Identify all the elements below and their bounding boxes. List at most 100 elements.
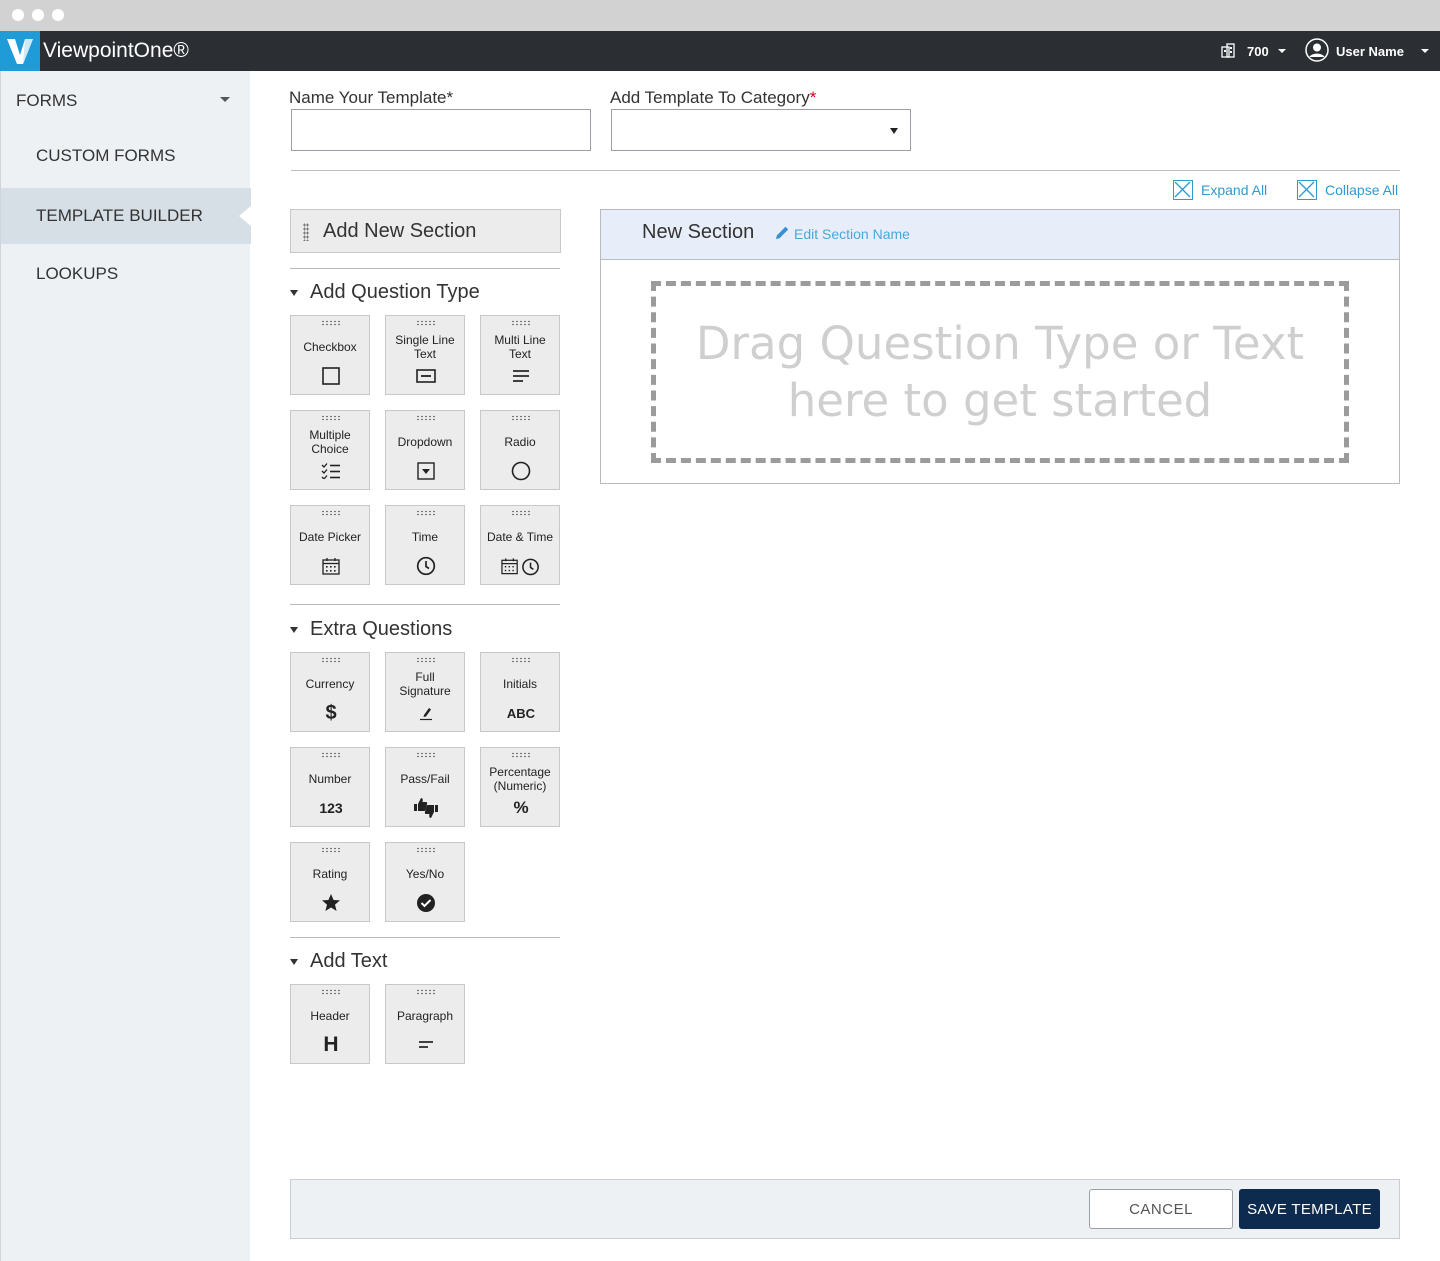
check-circle-icon [406,890,446,916]
radio-icon [501,458,541,484]
expand-all-label: Expand All [1201,182,1268,198]
window-titlebar [0,0,1440,31]
sidebar-item-template-builder[interactable]: TEMPLATE BUILDER [1,188,251,244]
sidebar-item-custom-forms[interactable]: CUSTOM FORMS [1,128,251,184]
add-new-section-button[interactable]: Add New Section [290,209,561,253]
clock-icon [406,553,446,579]
tile-pass-fail[interactable]: Pass/Fail [385,747,465,827]
top-app-bar: ViewpointOne® 700 User Name [0,31,1440,71]
tile-multiple-choice[interactable]: Multiple Choice [290,410,370,490]
tile-label: Number [308,772,352,786]
tile-label: Currency [305,677,355,691]
drag-handle-icon [416,320,436,326]
template-name-input[interactable] [291,109,591,151]
add-new-section-label: Add New Section [323,220,477,242]
tile-currency[interactable]: Currency $ [290,652,370,732]
drag-handle-icon [321,510,341,516]
tile-checkbox[interactable]: Checkbox [290,315,370,395]
tile-number[interactable]: Number 123 [290,747,370,827]
tile-dropdown[interactable]: Dropdown [385,410,465,490]
caret-down-icon[interactable] [220,97,230,102]
tile-multi-line-text[interactable]: Multi Line Text [480,315,560,395]
drag-handle-icon [511,510,531,516]
drag-handle-icon [511,415,531,421]
signature-icon [406,700,446,726]
drag-handle-icon [321,320,341,326]
tile-label: Rating [312,867,348,881]
template-name-label: Name Your Template* [289,88,454,107]
calendar-icon [311,553,351,579]
group-label: Add Question Type [310,281,480,303]
user-menu[interactable]: User Name [1305,31,1429,71]
tile-yes-no[interactable]: Yes/No [385,842,465,922]
tile-label: Date & Time [486,530,554,544]
edit-section-name-label: Edit Section Name [794,226,910,242]
window-close-dot[interactable] [12,9,24,21]
tile-full-signature[interactable]: Full Signature [385,652,465,732]
add-text-heading[interactable]: Add Text [290,950,387,973]
user-avatar-icon [1305,37,1329,65]
app-title: ViewpointOne® [43,39,189,62]
drag-handle-icon [416,752,436,758]
group-label: Extra Questions [310,618,453,640]
divider [290,937,560,938]
viewpoint-logo[interactable] [0,31,40,71]
sidebar-heading-forms[interactable]: FORMS [16,91,77,111]
drop-zone-line-2: here to get started [787,374,1213,427]
tile-rating[interactable]: Rating [290,842,370,922]
tile-paragraph[interactable]: Paragraph [385,984,465,1064]
save-template-button[interactable]: SAVE TEMPLATE [1239,1189,1380,1229]
window-minimize-dot[interactable] [32,9,44,21]
drag-handle-icon [416,989,436,995]
collapse-all-label: Collapse All [1325,182,1399,198]
user-name: User Name [1336,43,1404,59]
checklist-icon [311,458,351,484]
pencil-icon [775,225,790,243]
company-number: 700 [1247,43,1269,59]
tile-label: Header [310,1009,350,1023]
edit-section-name-link[interactable]: Edit Section Name [775,225,910,243]
drop-zone-text: Drag Question Type or Text here to get s… [696,315,1304,429]
extra-questions-heading[interactable]: Extra Questions [290,618,452,641]
template-category-label: Add Template To Category* [610,88,817,107]
paragraph-icon [406,1032,446,1058]
dropdown-icon [406,458,446,484]
tile-initials[interactable]: Initials ABC [480,652,560,732]
tile-header[interactable]: Header H [290,984,370,1064]
tile-date-time[interactable]: Date & Time [480,505,560,585]
tile-percentage[interactable]: Percentage (Numeric) % [480,747,560,827]
collapse-all-button[interactable]: Collapse All [1297,180,1398,200]
tile-radio[interactable]: Radio [480,410,560,490]
tile-date-picker[interactable]: Date Picker [290,505,370,585]
tile-time[interactable]: Time [385,505,465,585]
thumbs-icon [406,795,446,821]
tile-label: Radio [504,435,536,449]
window-maximize-dot[interactable] [52,9,64,21]
add-question-type-heading[interactable]: Add Question Type [290,281,480,304]
tile-single-line-text[interactable]: Single Line Text [385,315,465,395]
sidebar-item-lookups[interactable]: LOOKUPS [1,246,251,302]
chevron-down-icon [1420,49,1429,53]
active-indicator [239,206,251,226]
expand-all-button[interactable]: Expand All [1173,180,1267,200]
initials-icon: ABC [506,705,536,721]
single-line-text-icon [406,363,446,389]
sidebar-item-label: LOOKUPS [36,264,119,283]
calendar-clock-icon [501,553,541,579]
drag-handle-icon [416,415,436,421]
checkbox-icon [311,363,351,389]
drag-handle-icon [416,510,436,516]
divider [290,268,560,269]
tile-label: Multiple Choice [309,428,351,456]
sidebar-item-label: TEMPLATE BUILDER [36,206,203,225]
template-category-select[interactable] [611,109,911,151]
divider [291,170,1400,171]
drag-handle-icon [416,657,436,663]
drag-handle-icon [321,415,341,421]
company-selector[interactable]: 700 [1220,31,1286,71]
collapse-icon [1297,180,1317,200]
question-drop-zone[interactable]: Drag Question Type or Text here to get s… [651,281,1349,463]
drag-handle-icon [511,320,531,326]
cancel-button[interactable]: CANCEL [1089,1189,1233,1229]
star-icon [311,890,351,916]
